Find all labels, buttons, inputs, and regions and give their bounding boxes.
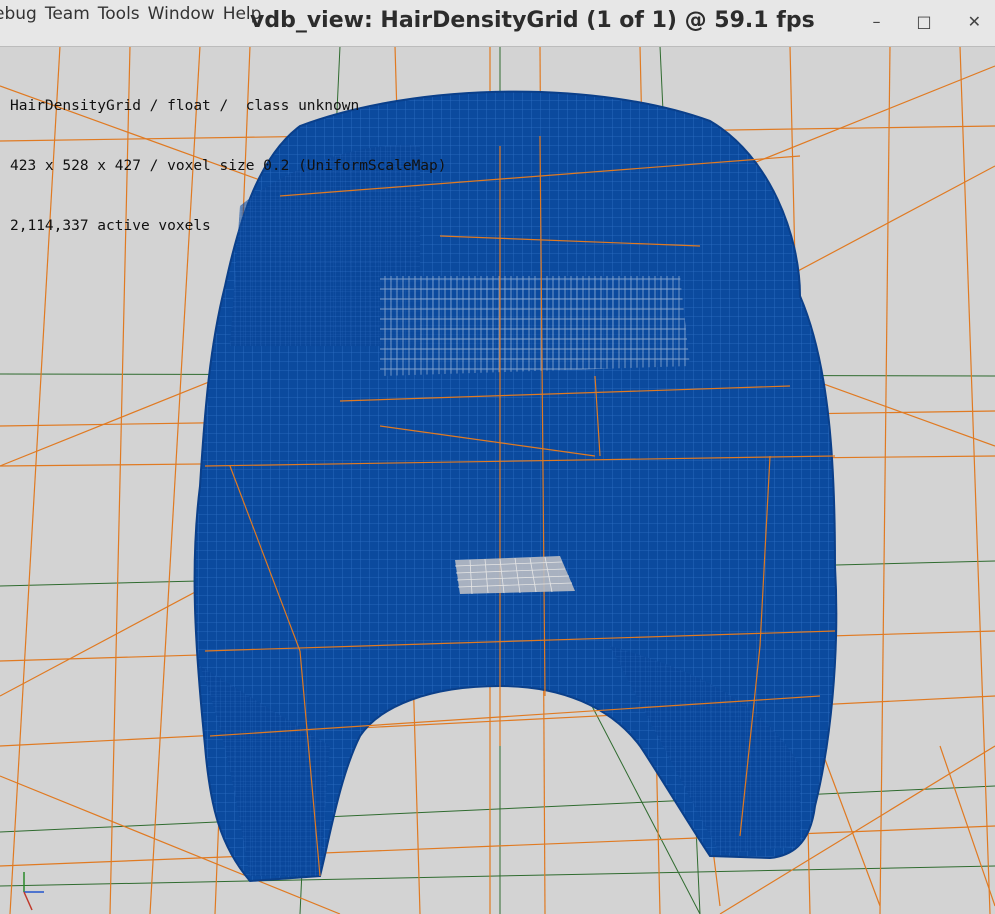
- window-controls: – □ ✕: [872, 12, 981, 31]
- grid-name-label: HairDensityGrid / float / class unknown: [10, 98, 360, 114]
- menu-item-debug[interactable]: ebug: [0, 4, 37, 24]
- menu-item-tools[interactable]: Tools: [98, 4, 140, 24]
- window-title: vdb_view: HairDensityGrid (1 of 1) @ 59.…: [250, 8, 815, 33]
- axis-gizmo: [23, 872, 44, 911]
- close-icon[interactable]: ✕: [968, 12, 981, 31]
- ground-plane-patch: [454, 556, 575, 595]
- active-voxel-count-label: 2,114,337 active voxels: [10, 218, 211, 234]
- vdb-view-window: ebug Team Tools Window Help vdb_view: Ha…: [0, 0, 995, 914]
- menu-item-team[interactable]: Team: [45, 4, 90, 24]
- maximize-icon[interactable]: □: [916, 12, 931, 31]
- minimize-icon[interactable]: –: [872, 12, 880, 31]
- title-bar[interactable]: ebug Team Tools Window Help vdb_view: Ha…: [0, 0, 995, 47]
- grid-info-overlay: HairDensityGrid / float / class unknown …: [10, 56, 447, 276]
- grid-dimensions-label: 423 x 528 x 427 / voxel size 0.2 (Unifor…: [10, 158, 447, 174]
- menu-item-window[interactable]: Window: [148, 4, 215, 24]
- menu-bar: ebug Team Tools Window Help: [0, 4, 261, 24]
